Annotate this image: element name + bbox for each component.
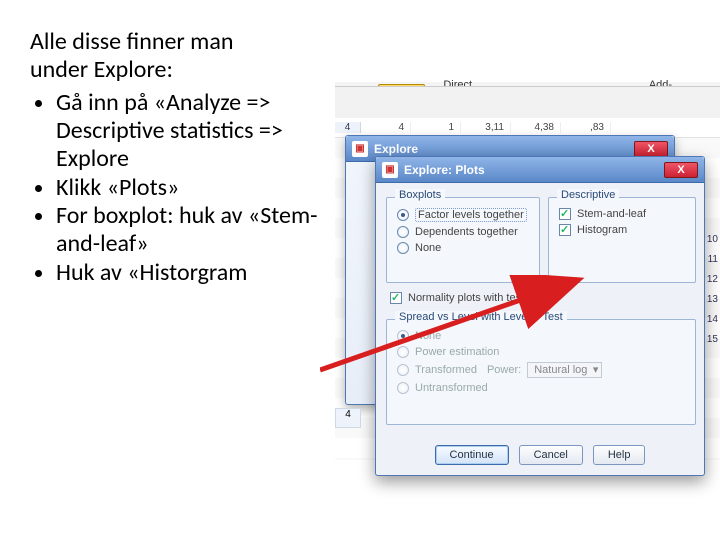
close-icon[interactable]: X <box>664 162 698 178</box>
radio-icon <box>397 242 409 254</box>
help-button[interactable]: Help <box>593 445 646 465</box>
group-legend: Spread vs Level with Levene Test <box>395 311 567 323</box>
dialog-title: Explore: Plots <box>404 163 485 177</box>
radio-spread-none[interactable]: None <box>391 328 695 344</box>
row-number: 4 <box>335 122 361 133</box>
radio-icon <box>397 364 409 376</box>
radio-icon <box>397 330 409 342</box>
instruction-item: For boxplot: huk av «Stem-and-leaf» <box>56 202 340 259</box>
continue-button[interactable]: Continue <box>435 445 509 465</box>
radio-icon <box>397 226 409 238</box>
group-legend: Boxplots <box>395 189 445 201</box>
check-stem-leaf[interactable]: Stem-and-leaf <box>553 206 695 222</box>
dialog-title: Explore <box>374 142 418 156</box>
radio-untransformed[interactable]: Untransformed <box>391 380 695 396</box>
radio-none[interactable]: None <box>391 240 539 256</box>
check-histogram[interactable]: Histogram <box>553 222 695 238</box>
table-row: 4 <box>335 408 361 428</box>
spss-icon: ▣ <box>382 162 398 178</box>
power-select[interactable]: Natural log <box>527 362 602 378</box>
radio-factor-levels[interactable]: Factor levels together <box>391 206 539 224</box>
radio-transformed[interactable]: Transformed Power: Natural log <box>391 360 695 380</box>
instruction-item: Gå inn på «Analyze => Descriptive statis… <box>56 89 340 174</box>
descriptive-group: Descriptive Stem-and-leaf Histogram <box>548 197 696 283</box>
group-legend: Descriptive <box>557 189 619 201</box>
heading-line-1: Alle disse finner man <box>30 27 233 56</box>
instruction-list: Gå inn på «Analyze => Descriptive statis… <box>30 89 340 287</box>
radio-power-estimation[interactable]: Power estimation <box>391 344 695 360</box>
spss-icon: ▣ <box>352 141 368 157</box>
cell: 4,38 <box>511 122 561 133</box>
check-normality[interactable]: Normality plots with tests <box>390 292 530 304</box>
radio-dependents[interactable]: Dependents together <box>391 224 539 240</box>
power-label: Power: <box>487 364 521 376</box>
instruction-item: Klikk «Plots» <box>56 174 340 202</box>
instruction-panel: Alle disse finner man under Explore: Gå … <box>30 28 340 287</box>
spread-group: Spread vs Level with Levene Test None Po… <box>386 319 696 425</box>
close-icon[interactable]: X <box>634 141 668 157</box>
radio-icon <box>397 346 409 358</box>
cell: 1 <box>411 122 461 133</box>
cancel-button[interactable]: Cancel <box>519 445 583 465</box>
dialog-buttons: Continue Cancel Help <box>376 445 704 465</box>
instruction-item: Huk av «Historgram <box>56 259 340 287</box>
checkbox-icon <box>559 224 571 236</box>
cell: 4 <box>361 122 411 133</box>
heading-line-2: under Explore: <box>30 55 173 84</box>
radio-icon <box>397 382 409 394</box>
radio-icon <box>397 209 409 221</box>
checkbox-icon <box>390 292 402 304</box>
dialog-title-bar[interactable]: ▣ Explore: Plots X <box>376 157 704 183</box>
checkbox-icon <box>559 208 571 220</box>
row-numbers-right: 10 11 12 13 14 15 <box>707 230 718 350</box>
cell: ,83 <box>561 122 611 133</box>
cell: 3,11 <box>461 122 511 133</box>
plots-dialog: ▣ Explore: Plots X Boxplots Factor level… <box>375 156 705 476</box>
boxplots-group: Boxplots Factor levels together Dependen… <box>386 197 540 283</box>
